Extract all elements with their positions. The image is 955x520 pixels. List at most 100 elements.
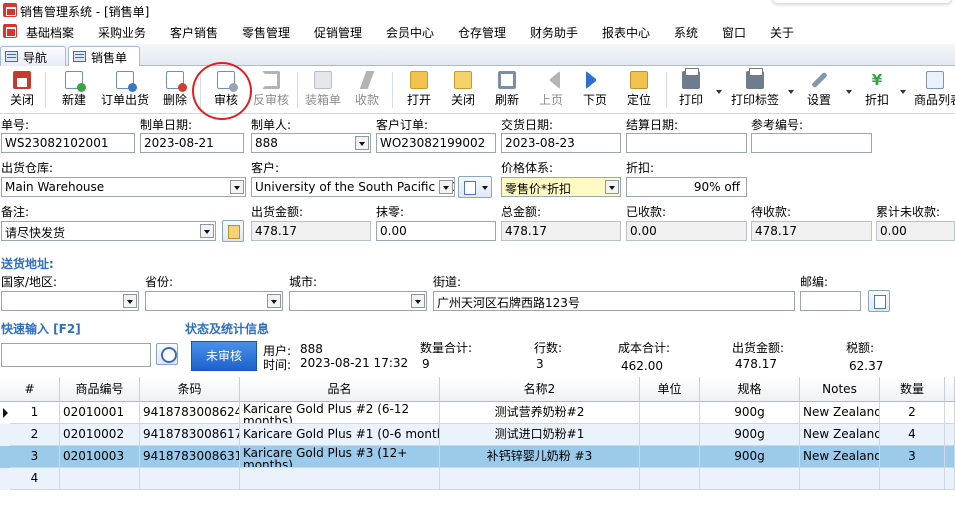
cell-qty[interactable] <box>880 468 945 490</box>
menu-member-center[interactable]: 会员中心 <box>386 24 434 41</box>
cell-spec[interactable] <box>700 468 800 490</box>
cell-notes[interactable]: New Zealand <box>800 402 880 424</box>
menu-basic-archive[interactable]: 基础档案 <box>26 24 74 41</box>
menu-customer-sales[interactable]: 客户销售 <box>170 24 218 41</box>
menu-retail[interactable]: 零售管理 <box>242 24 290 41</box>
tab-navigation[interactable]: 导航 <box>0 46 66 66</box>
col-header-name[interactable]: 品名 <box>240 377 440 402</box>
cell-spec[interactable]: 900g <box>700 446 800 468</box>
cell-qty[interactable]: 2 <box>880 402 945 424</box>
cell-name2[interactable]: 补钙锌婴儿奶粉 #3 <box>440 446 640 468</box>
open-button[interactable]: 打开 <box>402 69 436 111</box>
cell-code[interactable]: 02010002 <box>60 424 140 446</box>
maker-dropdown-icon[interactable] <box>355 136 369 150</box>
order-ship-button[interactable]: 订单出货 <box>98 69 152 111</box>
cell-name[interactable]: Karicare Gold Plus #2 (6-12 months) <box>240 402 440 424</box>
discount-button[interactable]: ¥ 折扣 <box>860 69 894 111</box>
cell-unit[interactable] <box>640 468 700 490</box>
price-system-select[interactable]: 零售价*折扣 <box>501 177 621 197</box>
table-row[interactable]: 1 02010001 9418783008624 Karicare Gold P… <box>0 402 955 424</box>
col-header-index[interactable]: # <box>0 377 60 402</box>
product-list-button[interactable]: 商品列表 <box>914 69 955 111</box>
col-header-notes[interactable]: Notes <box>800 377 880 402</box>
customer-picker-button[interactable] <box>458 176 492 198</box>
rounding-field[interactable]: 0.00 <box>376 221 496 241</box>
menu-finance[interactable]: 财务助手 <box>530 24 578 41</box>
street-field[interactable]: 广州天河区石牌西路123号 <box>433 291 795 311</box>
cell-barcode[interactable] <box>140 468 240 490</box>
print-button[interactable]: 打印 <box>674 68 708 111</box>
delivery-date-field[interactable]: 2023-08-23 <box>501 133 621 153</box>
info-button[interactable] <box>156 343 178 365</box>
menu-promotion[interactable]: 促销管理 <box>314 24 362 41</box>
menu-window[interactable]: 窗口 <box>722 24 746 41</box>
cell-unit[interactable] <box>640 446 700 468</box>
country-dropdown-icon[interactable] <box>123 294 137 308</box>
cell-code[interactable]: 02010003 <box>60 446 140 468</box>
menu-about[interactable]: 关于 <box>770 24 794 41</box>
packing-list-button[interactable]: 装箱单 <box>302 69 344 111</box>
quick-input-field[interactable] <box>1 343 151 367</box>
order-no-field[interactable]: WS23082102001 <box>1 133 135 153</box>
menu-reports[interactable]: 报表中心 <box>602 24 650 41</box>
remark-select[interactable]: 请尽快发货 <box>1 221 216 241</box>
col-header-unit[interactable]: 单位 <box>640 377 700 402</box>
print-dropdown-icon[interactable] <box>716 90 722 94</box>
menu-system[interactable]: 系统 <box>674 24 698 41</box>
cell-index[interactable]: 4 <box>10 468 60 490</box>
settings-button[interactable]: 设置 <box>802 69 836 111</box>
cell-unit[interactable] <box>640 402 700 424</box>
cell-notes[interactable] <box>800 468 880 490</box>
discount-dropdown-icon[interactable] <box>900 90 906 94</box>
menu-inventory[interactable]: 仓存管理 <box>458 24 506 41</box>
customer-dropdown-icon[interactable] <box>439 180 453 194</box>
prev-page-button[interactable]: 上页 <box>534 69 568 111</box>
col-header-qty[interactable]: 数量 <box>880 377 945 402</box>
remark-dropdown-icon[interactable] <box>200 224 214 238</box>
cell-index[interactable]: 3 <box>10 446 60 468</box>
settle-date-field[interactable] <box>626 133 747 153</box>
city-dropdown-icon[interactable] <box>411 294 425 308</box>
cell-barcode[interactable]: 9418783008631 <box>140 446 240 468</box>
cell-name[interactable]: Karicare Gold Plus #3 (12+ months) <box>240 446 440 468</box>
cell-barcode[interactable]: 9418783008617 <box>140 424 240 446</box>
col-header-name2[interactable]: 名称2 <box>440 377 640 402</box>
discount-field[interactable]: 90% off <box>626 177 747 197</box>
cell-index[interactable]: 1 <box>10 402 60 424</box>
cell-spec[interactable]: 900g <box>700 402 800 424</box>
col-header-spec[interactable]: 规格 <box>700 377 800 402</box>
province-select[interactable] <box>145 291 283 311</box>
cell-index[interactable]: 2 <box>10 424 60 446</box>
menu-purchase[interactable]: 采购业务 <box>98 24 146 41</box>
date-field[interactable]: 2023-08-21 <box>140 133 244 153</box>
cell-name2[interactable]: 测试营养奶粉#2 <box>440 402 640 424</box>
price-system-dropdown-icon[interactable] <box>605 180 619 194</box>
customer-select[interactable]: University of the South Pacific (IC <box>251 177 455 197</box>
cell-code[interactable]: 02010001 <box>60 402 140 424</box>
close-doc-button[interactable]: 关闭 <box>446 69 480 111</box>
cell-notes[interactable]: New Zealand <box>800 424 880 446</box>
warehouse-dropdown-icon[interactable] <box>230 180 244 194</box>
warehouse-select[interactable]: Main Warehouse <box>1 177 246 197</box>
city-select[interactable] <box>289 291 427 311</box>
maker-select[interactable]: 888 <box>251 133 371 153</box>
zip-field[interactable] <box>800 291 861 311</box>
col-header-barcode[interactable]: 条码 <box>140 377 240 402</box>
remark-edit-button[interactable] <box>222 220 244 242</box>
unaudit-button[interactable]: 反审核 <box>250 69 292 111</box>
payment-button[interactable]: 收款 <box>350 69 384 111</box>
locate-button[interactable]: 定位 <box>622 69 656 111</box>
refresh-button[interactable]: 刷新 <box>490 69 524 111</box>
country-select[interactable] <box>1 291 139 311</box>
status-unaudited-button[interactable]: 未审核 <box>191 341 257 371</box>
delete-button[interactable]: 删除 <box>158 69 192 111</box>
tab-sales-order[interactable]: 销售单 <box>68 46 140 67</box>
cell-qty[interactable]: 4 <box>880 424 945 446</box>
print-label-button[interactable]: 打印标签 <box>728 68 782 111</box>
cell-notes[interactable]: New Zealand <box>800 446 880 468</box>
address-picker-button[interactable] <box>868 290 890 312</box>
cell-name[interactable] <box>240 468 440 490</box>
cust-order-field[interactable]: WO23082199002 <box>376 133 496 153</box>
cell-unit[interactable] <box>640 424 700 446</box>
cell-name2[interactable] <box>440 468 640 490</box>
